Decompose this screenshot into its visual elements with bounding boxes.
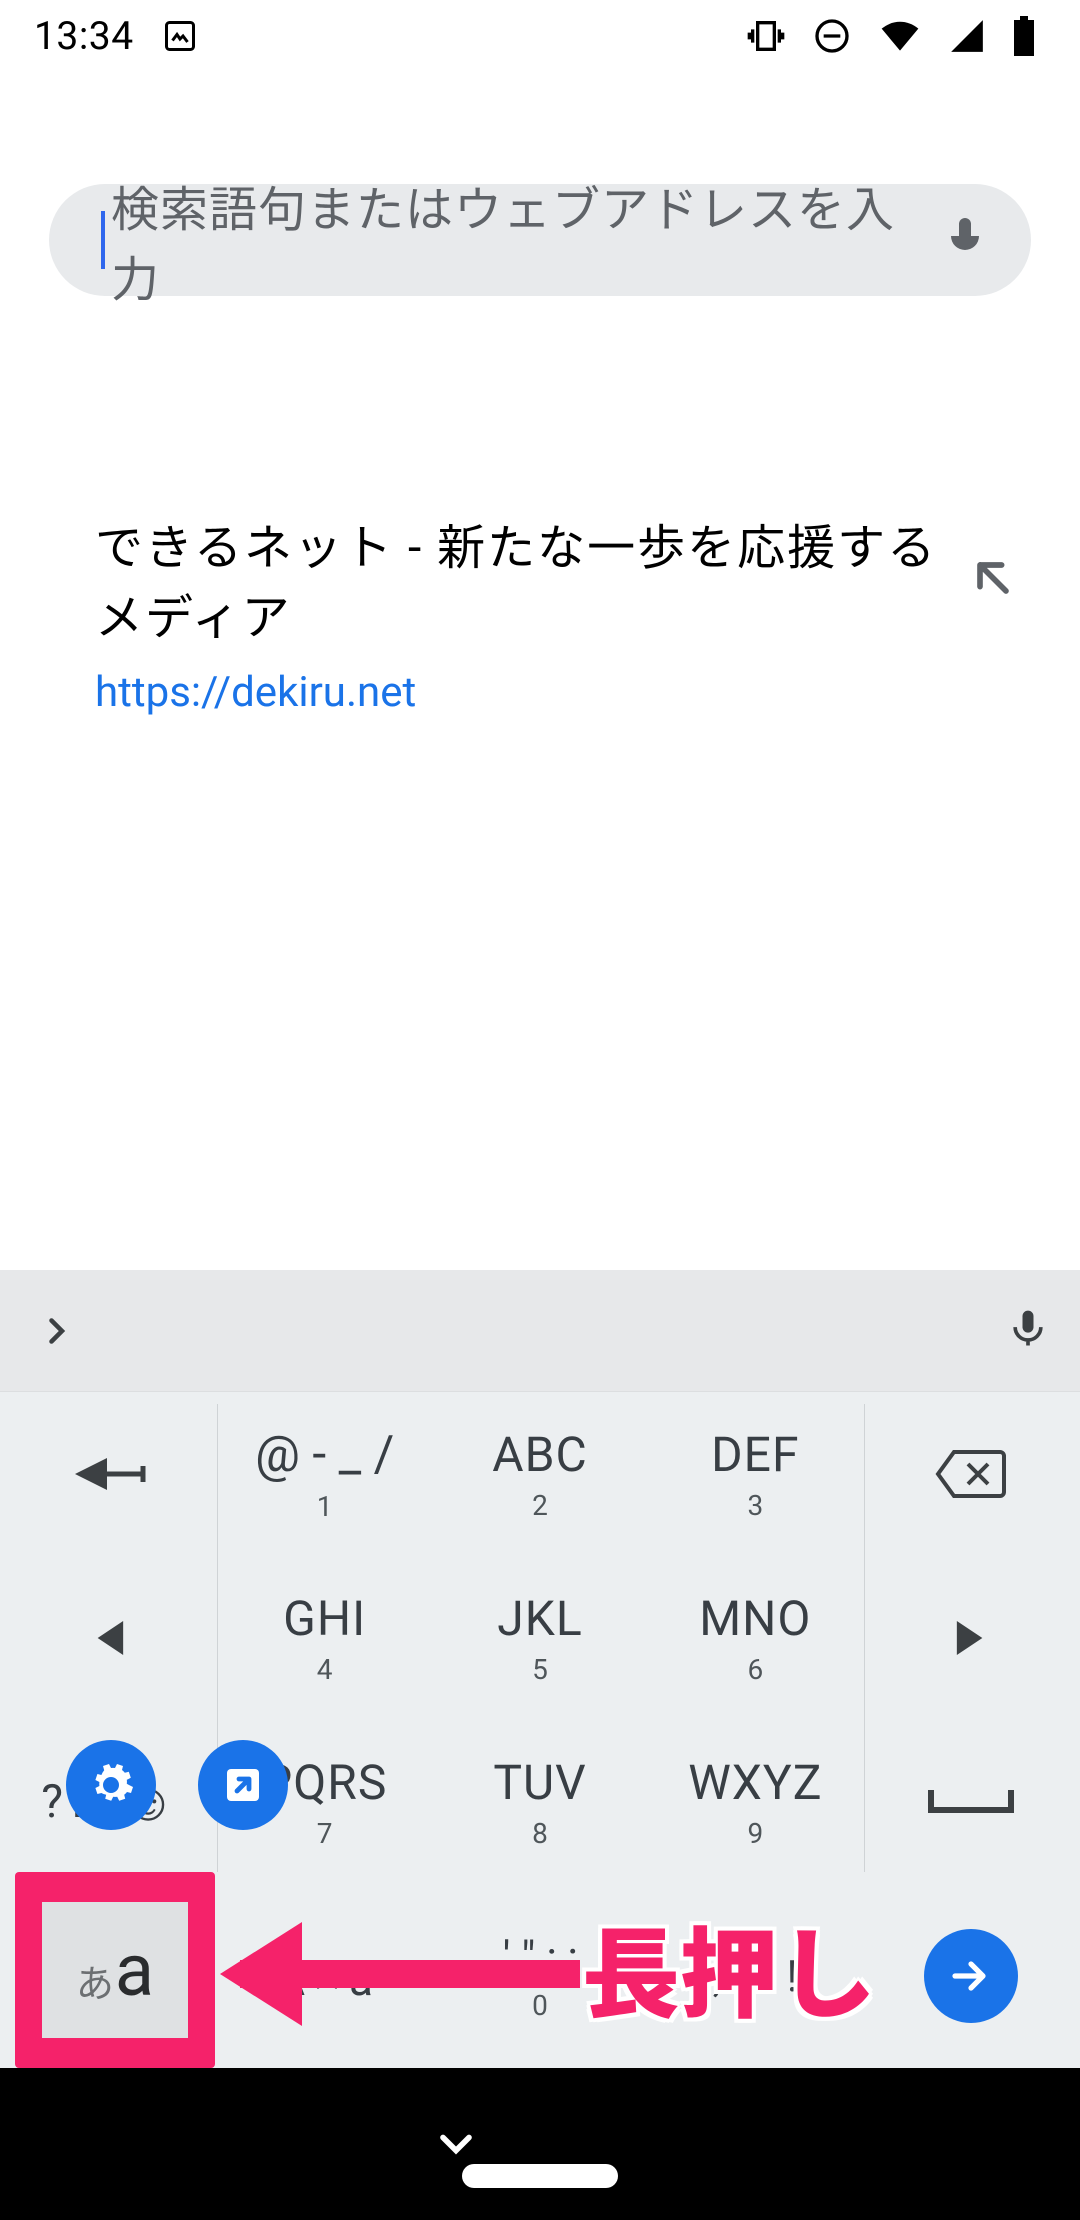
hide-keyboard-icon[interactable] bbox=[430, 2118, 482, 2170]
keyboard-mic-button[interactable] bbox=[1006, 1307, 1050, 1355]
lang-key-big: a bbox=[115, 1928, 154, 2013]
keyboard-keys: @ - _ / 1 ABC 2 DEF 3 bbox=[0, 1392, 1080, 2068]
space-icon bbox=[925, 1784, 1017, 1820]
key-2-abc[interactable]: ABC 2 bbox=[432, 1392, 647, 1556]
lang-key-small: あ bbox=[76, 1953, 114, 2008]
tri-right-icon bbox=[954, 1618, 988, 1658]
omnibox[interactable]: 検索語句またはウェブアドレスを入力 bbox=[49, 184, 1031, 296]
chevron-right-icon bbox=[38, 1313, 74, 1349]
vibrate-icon bbox=[746, 16, 786, 56]
key-enter[interactable] bbox=[863, 1884, 1080, 2068]
mic-icon bbox=[1006, 1307, 1050, 1351]
key-6-mno[interactable]: MNO 6 bbox=[648, 1556, 863, 1720]
key-punct[interactable]: , . ? ! bbox=[648, 1884, 863, 2068]
text-caret bbox=[101, 211, 105, 269]
insert-suggestion-icon[interactable] bbox=[967, 552, 1019, 604]
mic-icon[interactable] bbox=[941, 214, 989, 262]
status-bar: 13:34 bbox=[0, 0, 1080, 72]
suggestion-title: できるネット - 新たな一歩を応援するメディア bbox=[95, 508, 985, 648]
arrow-right-icon bbox=[947, 1952, 995, 2000]
open-in-new-icon bbox=[219, 1761, 267, 1809]
screenshot-icon bbox=[162, 18, 198, 54]
key-backspace[interactable] bbox=[863, 1392, 1080, 1556]
suggestion-row[interactable]: できるネット - 新たな一歩を応援するメディア https://dekiru.n… bbox=[95, 508, 985, 717]
status-time: 13:34 bbox=[34, 17, 134, 56]
omnibox-placeholder: 検索語句またはウェブアドレスを入力 bbox=[111, 170, 941, 310]
highlight-lang-key: あ a bbox=[15, 1872, 215, 2068]
bubble-settings[interactable] bbox=[66, 1740, 156, 1830]
key-cursor-left[interactable] bbox=[0, 1556, 217, 1720]
cell-icon bbox=[948, 17, 986, 55]
key-reverse[interactable] bbox=[0, 1392, 217, 1556]
key-1-symbols[interactable]: @ - _ / 1 bbox=[217, 1392, 432, 1556]
key-4-ghi[interactable]: GHI 4 bbox=[217, 1556, 432, 1720]
key-3-def[interactable]: DEF 3 bbox=[648, 1392, 863, 1556]
tri-left-icon bbox=[92, 1618, 126, 1658]
keyboard-toolbar bbox=[0, 1270, 1080, 1392]
key-cursor-right[interactable] bbox=[863, 1556, 1080, 1720]
battery-icon bbox=[1012, 16, 1036, 56]
home-pill[interactable] bbox=[462, 2164, 618, 2188]
key-8-tuv[interactable]: TUV 8 bbox=[432, 1720, 647, 1884]
key-9-wxyz[interactable]: WXYZ 9 bbox=[648, 1720, 863, 1884]
gear-icon bbox=[87, 1761, 135, 1809]
wifi-icon bbox=[878, 14, 922, 58]
arrow-left-bar-icon bbox=[71, 1454, 147, 1494]
backspace-icon bbox=[934, 1448, 1008, 1500]
keyboard: @ - _ / 1 ABC 2 DEF 3 bbox=[0, 1270, 1080, 2068]
key-5-jkl[interactable]: JKL 5 bbox=[432, 1556, 647, 1720]
key-case-toggle[interactable]: A↔a bbox=[217, 1884, 432, 2068]
key-space[interactable] bbox=[863, 1720, 1080, 1884]
key-0-punct[interactable]: ' " : ; 0 bbox=[432, 1884, 647, 2068]
bubble-launch[interactable] bbox=[198, 1740, 288, 1830]
expand-toolbar-button[interactable] bbox=[0, 1270, 112, 1391]
dnd-icon bbox=[812, 16, 852, 56]
suggestion-url: https://dekiru.net bbox=[95, 668, 985, 717]
system-navbar bbox=[0, 2068, 1080, 2220]
key-mode-symbols-emoji[interactable]: ?12☺ bbox=[0, 1720, 217, 1884]
